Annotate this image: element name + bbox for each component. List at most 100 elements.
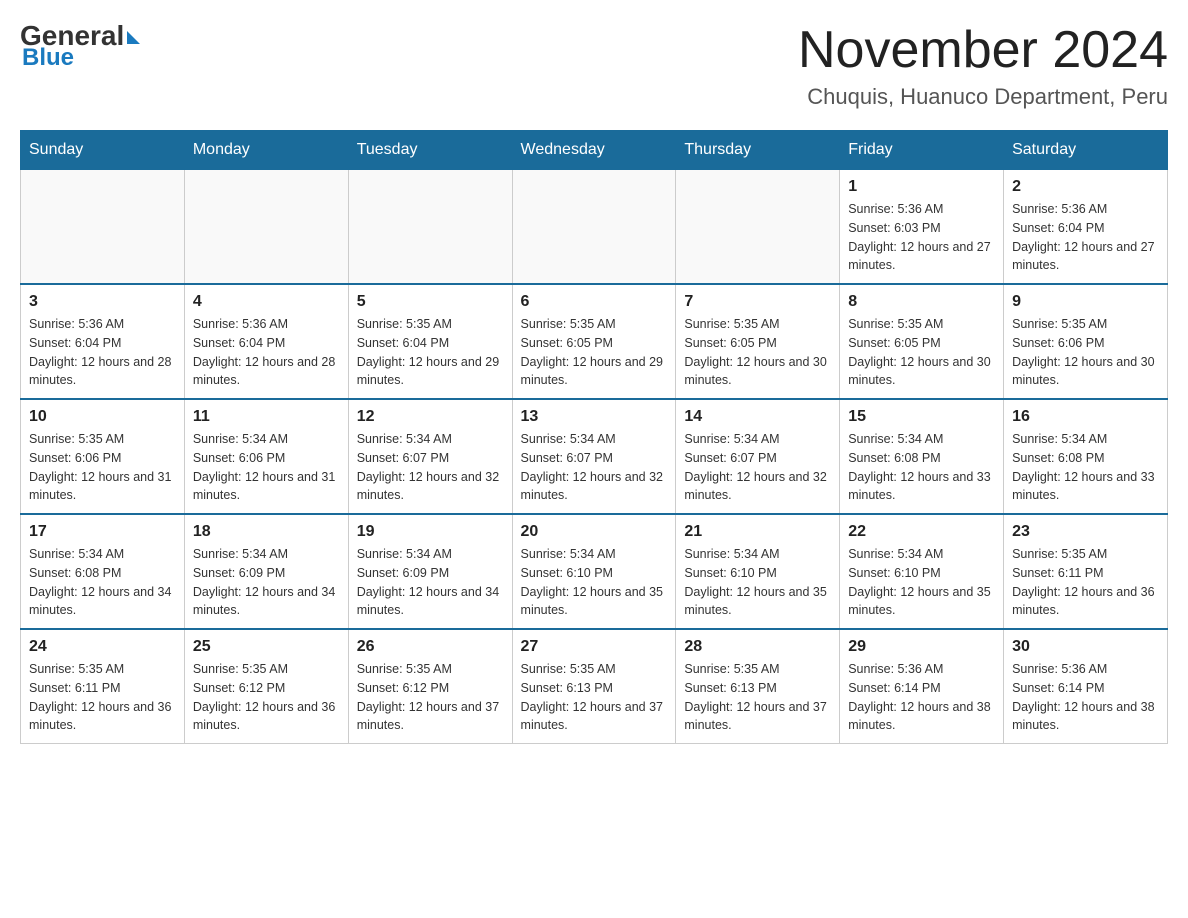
day-number: 25 [193, 638, 340, 656]
calendar-cell-4-4: 28 Sunrise: 5:35 AM Sunset: 6:13 PM Dayli… [676, 629, 840, 744]
logo-area: General Blue [20, 20, 140, 72]
week-row-3: 10Sunrise: 5:35 AM Sunset: 6:06 PM Dayli… [21, 399, 1168, 514]
day-number: 24 [29, 638, 176, 656]
logo-blue-text: Blue [22, 44, 74, 72]
day-number: 23 [1012, 523, 1159, 541]
day-number: 1 [848, 178, 995, 196]
day-number: 18 [193, 523, 340, 541]
day-info: Sunrise: 5:35 AM Sunset: 6:05 PM Dayligh… [848, 315, 995, 390]
location-title: Chuquis, Huanuco Department, Peru [798, 84, 1168, 110]
header-monday: Monday [184, 131, 348, 170]
day-info: Sunrise: 5:34 AM Sunset: 6:10 PM Dayligh… [684, 545, 831, 620]
day-info: Sunrise: 5:35 AM Sunset: 6:11 PM Dayligh… [1012, 545, 1159, 620]
calendar-cell-3-4: 21 Sunrise: 5:34 AM Sunset: 6:10 PM Dayli… [676, 514, 840, 629]
calendar-cell-1-1: 4 Sunrise: 5:36 AM Sunset: 6:04 PM Daylig… [184, 284, 348, 399]
day-number: 13 [521, 408, 668, 426]
header-thursday: Thursday [676, 131, 840, 170]
calendar-cell-0-5: 1 Sunrise: 5:36 AM Sunset: 6:03 PM Daylig… [840, 170, 1004, 285]
day-number: 26 [357, 638, 504, 656]
day-info: Sunrise: 5:36 AM Sunset: 6:04 PM Dayligh… [193, 315, 340, 390]
header-saturday: Saturday [1004, 131, 1168, 170]
weekday-header-row: Sunday Monday Tuesday Wednesday Thursday… [21, 131, 1168, 170]
day-number: 14 [684, 408, 831, 426]
calendar-cell-2-3: 13 Sunrise: 5:34 AM Sunset: 6:07 PM Dayli… [512, 399, 676, 514]
calendar-cell-0-3 [512, 170, 676, 285]
calendar-cell-0-4 [676, 170, 840, 285]
day-info: Sunrise: 5:35 AM Sunset: 6:05 PM Dayligh… [521, 315, 668, 390]
day-number: 22 [848, 523, 995, 541]
day-number: 15 [848, 408, 995, 426]
week-row-2: 3 Sunrise: 5:36 AM Sunset: 6:04 PM Daylig… [21, 284, 1168, 399]
day-info: Sunrise: 5:36 AM Sunset: 6:04 PM Dayligh… [29, 315, 176, 390]
calendar-cell-0-2 [348, 170, 512, 285]
calendar-cell-3-2: 19 Sunrise: 5:34 AM Sunset: 6:09 PM Dayli… [348, 514, 512, 629]
calendar-cell-2-1: 11Sunrise: 5:34 AM Sunset: 6:06 PM Dayli… [184, 399, 348, 514]
day-info: Sunrise: 5:35 AM Sunset: 6:06 PM Dayligh… [1012, 315, 1159, 390]
day-info: Sunrise: 5:34 AM Sunset: 6:09 PM Dayligh… [357, 545, 504, 620]
calendar-cell-0-0 [21, 170, 185, 285]
header-tuesday: Tuesday [348, 131, 512, 170]
day-number: 20 [521, 523, 668, 541]
day-number: 9 [1012, 293, 1159, 311]
calendar-cell-3-5: 22 Sunrise: 5:34 AM Sunset: 6:10 PM Dayli… [840, 514, 1004, 629]
calendar-cell-1-6: 9 Sunrise: 5:35 AM Sunset: 6:06 PM Daylig… [1004, 284, 1168, 399]
calendar-cell-2-6: 16Sunrise: 5:34 AM Sunset: 6:08 PM Dayli… [1004, 399, 1168, 514]
day-info: Sunrise: 5:34 AM Sunset: 6:09 PM Dayligh… [193, 545, 340, 620]
header-wednesday: Wednesday [512, 131, 676, 170]
header-friday: Friday [840, 131, 1004, 170]
day-number: 19 [357, 523, 504, 541]
day-info: Sunrise: 5:35 AM Sunset: 6:04 PM Dayligh… [357, 315, 504, 390]
day-number: 21 [684, 523, 831, 541]
calendar-cell-4-5: 29 Sunrise: 5:36 AM Sunset: 6:14 PM Dayli… [840, 629, 1004, 744]
day-number: 8 [848, 293, 995, 311]
calendar-cell-1-3: 6 Sunrise: 5:35 AM Sunset: 6:05 PM Daylig… [512, 284, 676, 399]
calendar-cell-4-3: 27Sunrise: 5:35 AM Sunset: 6:13 PM Dayli… [512, 629, 676, 744]
calendar-table: Sunday Monday Tuesday Wednesday Thursday… [20, 130, 1168, 744]
logo-triangle [127, 31, 140, 44]
day-number: 17 [29, 523, 176, 541]
day-number: 10 [29, 408, 176, 426]
day-number: 6 [521, 293, 668, 311]
calendar-cell-4-1: 25 Sunrise: 5:35 AM Sunset: 6:12 PM Dayli… [184, 629, 348, 744]
day-number: 5 [357, 293, 504, 311]
day-info: Sunrise: 5:35 AM Sunset: 6:05 PM Dayligh… [684, 315, 831, 390]
day-info: Sunrise: 5:36 AM Sunset: 6:03 PM Dayligh… [848, 200, 995, 275]
calendar-cell-3-3: 20 Sunrise: 5:34 AM Sunset: 6:10 PM Dayli… [512, 514, 676, 629]
day-number: 30 [1012, 638, 1159, 656]
calendar-cell-2-5: 15 Sunrise: 5:34 AM Sunset: 6:08 PM Dayli… [840, 399, 1004, 514]
day-info: Sunrise: 5:35 AM Sunset: 6:13 PM Dayligh… [684, 660, 831, 735]
day-info: Sunrise: 5:34 AM Sunset: 6:07 PM Dayligh… [521, 430, 668, 505]
day-info: Sunrise: 5:34 AM Sunset: 6:10 PM Dayligh… [848, 545, 995, 620]
calendar-cell-1-4: 7 Sunrise: 5:35 AM Sunset: 6:05 PM Daylig… [676, 284, 840, 399]
calendar-cell-1-0: 3 Sunrise: 5:36 AM Sunset: 6:04 PM Daylig… [21, 284, 185, 399]
day-info: Sunrise: 5:36 AM Sunset: 6:14 PM Dayligh… [848, 660, 995, 735]
day-number: 3 [29, 293, 176, 311]
header-sunday: Sunday [21, 131, 185, 170]
day-number: 29 [848, 638, 995, 656]
month-title: November 2024 [798, 20, 1168, 80]
calendar-cell-0-1 [184, 170, 348, 285]
day-info: Sunrise: 5:34 AM Sunset: 6:08 PM Dayligh… [848, 430, 995, 505]
week-row-5: 24 Sunrise: 5:35 AM Sunset: 6:11 PM Dayli… [21, 629, 1168, 744]
day-info: Sunrise: 5:34 AM Sunset: 6:08 PM Dayligh… [29, 545, 176, 620]
day-number: 4 [193, 293, 340, 311]
day-info: Sunrise: 5:36 AM Sunset: 6:04 PM Dayligh… [1012, 200, 1159, 275]
day-info: Sunrise: 5:35 AM Sunset: 6:12 PM Dayligh… [193, 660, 340, 735]
calendar-cell-0-6: 2 Sunrise: 5:36 AM Sunset: 6:04 PM Daylig… [1004, 170, 1168, 285]
day-info: Sunrise: 5:34 AM Sunset: 6:07 PM Dayligh… [684, 430, 831, 505]
calendar-cell-3-0: 17 Sunrise: 5:34 AM Sunset: 6:08 PM Dayli… [21, 514, 185, 629]
calendar-cell-3-1: 18 Sunrise: 5:34 AM Sunset: 6:09 PM Dayli… [184, 514, 348, 629]
day-number: 28 [684, 638, 831, 656]
calendar-cell-1-5: 8 Sunrise: 5:35 AM Sunset: 6:05 PM Daylig… [840, 284, 1004, 399]
day-info: Sunrise: 5:35 AM Sunset: 6:11 PM Dayligh… [29, 660, 176, 735]
calendar-cell-4-2: 26 Sunrise: 5:35 AM Sunset: 6:12 PM Dayli… [348, 629, 512, 744]
title-area: November 2024 Chuquis, Huanuco Departmen… [798, 20, 1168, 110]
week-row-1: 1 Sunrise: 5:36 AM Sunset: 6:03 PM Daylig… [21, 170, 1168, 285]
day-number: 2 [1012, 178, 1159, 196]
day-info: Sunrise: 5:34 AM Sunset: 6:10 PM Dayligh… [521, 545, 668, 620]
calendar-cell-4-6: 30Sunrise: 5:36 AM Sunset: 6:14 PM Dayli… [1004, 629, 1168, 744]
day-info: Sunrise: 5:34 AM Sunset: 6:08 PM Dayligh… [1012, 430, 1159, 505]
calendar-cell-1-2: 5 Sunrise: 5:35 AM Sunset: 6:04 PM Daylig… [348, 284, 512, 399]
day-info: Sunrise: 5:35 AM Sunset: 6:12 PM Dayligh… [357, 660, 504, 735]
day-number: 7 [684, 293, 831, 311]
